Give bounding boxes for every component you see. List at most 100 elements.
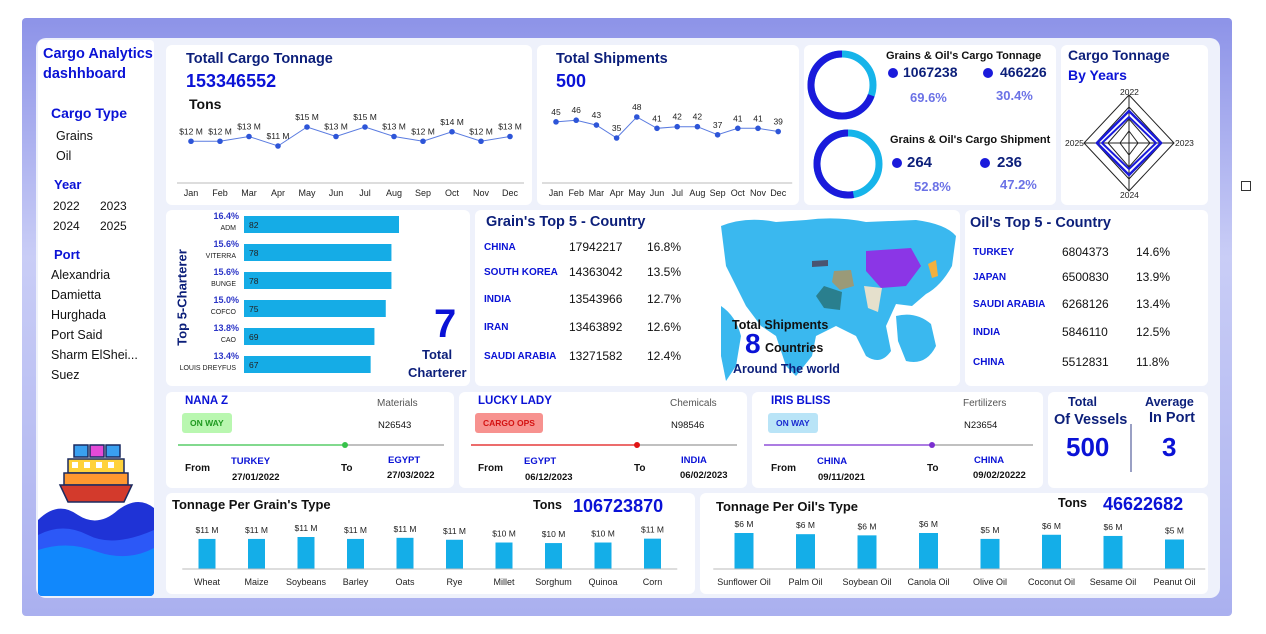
- vessel-to-country: CHINA: [974, 455, 1005, 466]
- type-category-label: Sesame Oil: [1090, 577, 1137, 587]
- charterer-name: LOUIS DREYFUS: [180, 365, 237, 372]
- data-label: 41: [652, 113, 662, 123]
- radar-label-2024: 2024: [1120, 190, 1139, 200]
- type-bar-label: $6 M: [1104, 522, 1123, 532]
- donut-tonnage-grains: 1067238: [903, 64, 958, 80]
- filter-port-damietta[interactable]: Damietta: [51, 288, 101, 302]
- filter-port-port-said[interactable]: Port Said: [51, 328, 102, 342]
- type-bar: [545, 543, 562, 569]
- data-point: [654, 125, 660, 132]
- charterer-value: 82: [249, 220, 259, 230]
- filter-cargo-oil[interactable]: Oil: [56, 149, 71, 163]
- oil-country-pct: 14.6%: [1136, 245, 1171, 259]
- type-category-label: Oats: [395, 577, 415, 587]
- data-point: [553, 119, 559, 125]
- type-bar-label: $11 M: [394, 524, 417, 534]
- x-tick-label: Nov: [473, 188, 490, 198]
- filter-port-hurghada[interactable]: Hurghada: [51, 308, 106, 322]
- type-bar: [644, 538, 661, 569]
- vessel-from-country: TURKEY: [231, 456, 271, 467]
- x-tick-label: Nov: [750, 188, 767, 198]
- x-tick-label: Oct: [445, 188, 460, 198]
- type-bar-label: $11 M: [443, 526, 466, 536]
- data-label: 41: [753, 113, 763, 123]
- dashboard-title-line2: dashhboard: [43, 66, 126, 82]
- oil-country-pct: 13.9%: [1136, 270, 1171, 284]
- oil-country-value: 6268126: [1062, 297, 1109, 311]
- data-label: $12 M: [469, 126, 493, 136]
- data-label: $12 M: [179, 126, 203, 136]
- cargo-type-label: Cargo Type: [51, 105, 127, 121]
- vessel-id: N98546: [671, 420, 705, 431]
- grain-country-name: SOUTH KOREA: [484, 267, 558, 278]
- filter-cargo-grains[interactable]: Grains: [56, 129, 93, 143]
- vessel-card[interactable]: NANA Z Materials ON WAY N26543 From TURKEY 27/…: [166, 392, 454, 488]
- vessel-to-label: To: [341, 463, 353, 474]
- type-bar: [734, 533, 754, 569]
- data-label: $15 M: [295, 112, 319, 122]
- grain-country-pct: 12.4%: [647, 349, 682, 363]
- x-tick-label: May: [298, 188, 316, 198]
- filter-year-2023[interactable]: 2023: [100, 199, 127, 213]
- vessel-card[interactable]: IRIS BLISS Fertilizers ON WAY N23654 From CHI…: [752, 392, 1043, 488]
- charterer-value: 75: [249, 304, 259, 314]
- data-label: $12 M: [411, 126, 435, 136]
- vessel-card[interactable]: LUCKY LADY Chemicals CARGO OPS N98546 From EG…: [459, 392, 747, 488]
- grain-country-card: Grain's Top 5 - Country Total Shipments …: [475, 210, 960, 386]
- oil-country-value: 6500830: [1062, 270, 1109, 284]
- data-point: [362, 124, 368, 130]
- oil-country-name: JAPAN: [973, 272, 1007, 283]
- legend-grains-dot: [888, 68, 898, 78]
- vessel-from-date: 27/01/2022: [232, 472, 280, 483]
- charterer-bar: [244, 356, 371, 373]
- filter-year-2024[interactable]: 2024: [53, 219, 80, 233]
- type-bar: [1103, 535, 1123, 569]
- vessel-from-label: From: [771, 463, 796, 474]
- legend-grains-dot-2: [892, 158, 902, 168]
- data-point: [217, 138, 223, 145]
- kpi-total-label2: Of Vessels: [1054, 412, 1128, 428]
- charterer-total-label1: Total: [422, 347, 453, 362]
- radar-label-2022: 2022: [1120, 87, 1139, 97]
- charterer-bar: [244, 216, 399, 233]
- data-label: $14 M: [440, 117, 464, 127]
- progress-marker: [342, 442, 348, 448]
- grain-country-value: 17942217: [569, 240, 623, 254]
- data-label: 42: [672, 112, 682, 122]
- type-bar: [919, 533, 938, 569]
- charterer-value: 78: [249, 248, 259, 258]
- data-label: 46: [571, 105, 581, 115]
- vessel-to-date: 06/02/2023: [680, 470, 728, 481]
- charterer-pct: 15.6%: [213, 267, 239, 277]
- charterer-name: COFCO: [211, 309, 237, 316]
- years-title-line1: Cargo Tonnage: [1068, 47, 1170, 63]
- year-label: Year: [54, 177, 82, 192]
- oil-country-value: 5512831: [1062, 355, 1109, 369]
- radar-label-2023: 2023: [1175, 138, 1194, 148]
- grain-country-name: IRAN: [484, 322, 509, 333]
- filter-year-2022[interactable]: 2022: [53, 199, 80, 213]
- oil-top-title: Oil's Top 5 - Country: [970, 215, 1111, 231]
- x-tick-label: May: [628, 188, 646, 198]
- vessel-to-label: To: [927, 463, 939, 474]
- type-bar-label: $10 M: [542, 529, 566, 539]
- grain-country-pct: 13.5%: [647, 265, 682, 279]
- tonnage-line-chart: $12 M $12 M $13 M $11 M $15 M $13 M $15 M $13 M…: [177, 112, 524, 198]
- type-bar-label: $5 M: [981, 525, 1000, 535]
- filter-year-2025[interactable]: 2025: [100, 219, 127, 233]
- filter-port-suez[interactable]: Suez: [51, 368, 80, 382]
- filter-port-alexandria[interactable]: Alexandria: [51, 268, 110, 282]
- data-point: [478, 138, 484, 145]
- series-line: [555, 116, 779, 139]
- x-tick-label: Mar: [241, 188, 257, 198]
- vessel-id: N26543: [378, 420, 412, 431]
- x-tick-label: Jul: [671, 188, 683, 198]
- side-checkbox[interactable]: [1241, 181, 1251, 191]
- map-count-label: Countries: [765, 341, 824, 355]
- data-point: [333, 133, 339, 140]
- x-tick-label: Aug: [386, 188, 402, 198]
- data-label: $12 M: [208, 126, 232, 136]
- x-tick-label: Sep: [415, 188, 431, 198]
- x-tick-label: Aug: [689, 188, 705, 198]
- filter-port-sharm[interactable]: Sharm ElShei...: [51, 348, 138, 362]
